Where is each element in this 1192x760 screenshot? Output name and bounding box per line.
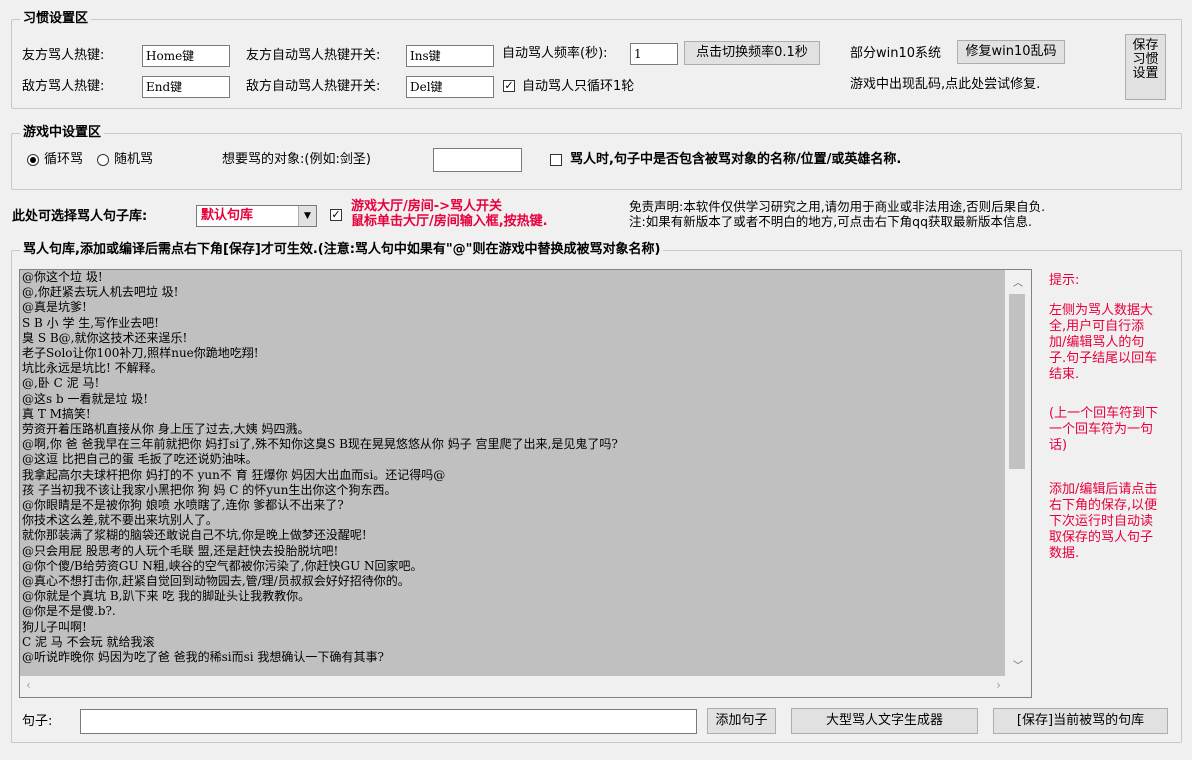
- save-library-button[interactable]: [保存]当前被骂的句库: [993, 708, 1168, 734]
- radio-loop-label: 循环骂: [44, 152, 84, 167]
- win10-label: 部分win10系统: [850, 46, 942, 61]
- tips-para3: 添加/编辑后请点击右下角的保存,以便下次运行时自动读取保存的骂人句子数据.: [1049, 482, 1158, 561]
- frequency-input[interactable]: 1: [630, 43, 678, 65]
- sentence-list-box[interactable]: @你这个垃 圾! @,你赶紧去玩人机去吧垃 圾! @真是坑爹! S B 小 学 生,写…: [19, 269, 1032, 698]
- list-item[interactable]: 我拿起高尔夫球杆把你 妈打的不 yun不 育 狂爆你 妈因大出血而si。还记得吗…: [20, 468, 1005, 483]
- friendly-auto-toggle-label: 友方自动骂人热键开关:: [246, 48, 381, 63]
- library-select[interactable]: 默认句库 ▼: [196, 205, 317, 227]
- enemy-hotkey-label: 敌方骂人热键:: [22, 79, 105, 94]
- list-item[interactable]: @只会用屁 股思考的人玩个毛联 盟,还是赶快去投胎脱坑吧!: [20, 544, 1005, 559]
- list-item[interactable]: 狗儿子叫啊!: [20, 620, 1005, 635]
- list-item[interactable]: 坑比永远是坑比! 不解释。: [20, 361, 1005, 376]
- list-item[interactable]: @啊,你 爸 爸我早在三年前就把你 妈打si了,殊不知你这臭S B现在晃晃悠悠从…: [20, 437, 1005, 452]
- target-label: 想要骂的对象:(例如:剑圣): [222, 152, 371, 167]
- sentence-label: 句子:: [22, 714, 53, 729]
- library-select-label: 此处可选择骂人句子库:: [12, 209, 148, 224]
- list-item[interactable]: @,卧 C 泥 马!: [20, 376, 1005, 391]
- sentence-list[interactable]: @你这个垃 圾! @,你赶紧去玩人机去吧垃 圾! @真是坑爹! S B 小 学 生,写…: [20, 270, 1005, 676]
- enemy-auto-toggle-input[interactable]: Del键: [406, 76, 494, 98]
- tips-para1: 左侧为骂人数据大全,用户可自行添加/编辑骂人的句子.句子结尾以回车结束.: [1049, 303, 1158, 382]
- sentence-input[interactable]: [80, 709, 697, 734]
- list-item[interactable]: @真是坑爹!: [20, 300, 1005, 315]
- list-item[interactable]: @你个傻/B给劳资GU N粗,峡谷的空气都被你污染了,你赶快GU N回家吧。: [20, 559, 1005, 574]
- enemy-auto-toggle-label: 敌方自动骂人热键开关:: [246, 79, 381, 94]
- horizontal-scrollbar[interactable]: ‹ ›: [20, 676, 1031, 697]
- generator-button[interactable]: 大型骂人文字生成器: [791, 708, 978, 734]
- save-settings-button-label: 保存习惯设置: [1132, 38, 1159, 81]
- radio-loop[interactable]: [27, 154, 39, 166]
- list-item[interactable]: @听说昨晚你 妈因为吃了爸 爸我的稀si而si 我想确认一下确有其事?: [20, 650, 1005, 665]
- list-item[interactable]: 劳资开着压路机直接从你 身上压了过去,大姨 妈四溅。: [20, 422, 1005, 437]
- chevron-left-icon[interactable]: ‹: [26, 678, 31, 692]
- list-item[interactable]: @你眼睛是不是被你狗 娘喷 水喷瞎了,连你 爹都认不出来了?: [20, 498, 1005, 513]
- disclaimer-line2: 注:如果有新版本了或者不明白的地方,可点击右下角qq获取最新版本信息.: [629, 214, 1033, 229]
- hall-switch-line1: 游戏大厅/房间->骂人开关: [351, 199, 503, 214]
- list-item[interactable]: S B 小 学 生,写作业去吧!: [20, 316, 1005, 331]
- chevron-up-icon[interactable]: ︿: [1005, 274, 1031, 289]
- list-item[interactable]: 就你那装满了浆糊的脑袋还敢说自己不坑,你是晚上做梦还没醒呢!: [20, 528, 1005, 543]
- list-item[interactable]: @你是不是傻.b?.: [20, 604, 1005, 619]
- target-input[interactable]: [433, 148, 522, 172]
- hall-switch-checkbox[interactable]: ✓: [330, 209, 342, 221]
- list-item[interactable]: @这逗 比把自己的蛋 毛扳了吃还说奶油味。: [20, 452, 1005, 467]
- radio-random-label: 随机骂: [114, 152, 154, 167]
- friendly-auto-toggle-input[interactable]: Ins键: [406, 45, 494, 67]
- include-target-label: 骂人时,句子中是否包含被骂对象的名称/位置/或英雄名称.: [570, 152, 902, 167]
- library-title: 骂人句库,添加或编译后需点右下角[保存]才可生效.(注意:骂人句中如果有"@"则…: [20, 242, 664, 258]
- tips-title: 提示:: [1049, 273, 1080, 288]
- checkmark-icon: ✓: [504, 79, 514, 92]
- loop-once-label: 自动骂人只循环1轮: [522, 79, 635, 94]
- save-settings-button[interactable]: 保存习惯设置: [1125, 34, 1166, 100]
- list-item[interactable]: 孩 子当初我不该让我家小黑把你 狗 妈 C 的怀yun生出你这个狗东西。: [20, 483, 1005, 498]
- list-item[interactable]: @这s b 一看就是垃 圾!: [20, 392, 1005, 407]
- win10-fix-button[interactable]: 修复win10乱码: [957, 40, 1065, 64]
- vertical-scrollbar[interactable]: ︿ ﹀: [1005, 270, 1031, 676]
- enemy-hotkey-input[interactable]: End键: [142, 76, 230, 98]
- list-item[interactable]: @你就是个真坑 B,趴下来 吃 我的脚趾头让我教教你。: [20, 589, 1005, 604]
- list-item[interactable]: @真心不想打击你,赶紧自觉回到动物园去,管/理/员叔叔会好好招待你的。: [20, 574, 1005, 589]
- chevron-down-icon[interactable]: ﹀: [1005, 657, 1031, 672]
- list-item[interactable]: 老子Solo让你100补刀,照样nue你跪地吃翔!: [20, 346, 1005, 361]
- list-item[interactable]: 你技术这么差,就不要出来坑别人了。: [20, 513, 1005, 528]
- list-item[interactable]: 臭 S B@,就你这技术还来逞乐!: [20, 331, 1005, 346]
- friendly-hotkey-input[interactable]: Home键: [142, 45, 230, 67]
- list-item[interactable]: @,你赶紧去玩人机去吧垃 圾!: [20, 285, 1005, 300]
- tips-para2: (上一个回车符到下一个回车符为一句话): [1049, 406, 1159, 453]
- list-item[interactable]: 真 T M搞笑!: [20, 407, 1005, 422]
- game-settings-title: 游戏中设置区: [20, 125, 105, 141]
- frequency-label: 自动骂人频率(秒):: [502, 46, 608, 61]
- add-sentence-button[interactable]: 添加句子: [707, 708, 776, 734]
- scroll-thumb[interactable]: [1009, 294, 1025, 469]
- hall-switch-line2: 鼠标单击大厅/房间输入框,按热键.: [351, 214, 548, 229]
- dropdown-arrow-icon[interactable]: ▼: [298, 206, 316, 226]
- garble-hint-label: 游戏中出现乱码,点此处尝试修复.: [850, 77, 1041, 92]
- list-item[interactable]: C 泥 马 不会玩 就给我滚: [20, 635, 1005, 650]
- library-select-value: 默认句库: [201, 208, 254, 223]
- habit-settings-title: 习惯设置区: [20, 11, 92, 27]
- include-target-checkbox[interactable]: [550, 154, 562, 166]
- chevron-right-icon[interactable]: ›: [996, 678, 1001, 692]
- friendly-hotkey-label: 友方骂人热键:: [22, 48, 105, 63]
- disclaimer-line1: 免责声明:本软件仅供学习研究之用,请勿用于商业或非法用途,否则后果自负.: [629, 199, 1046, 214]
- radio-random[interactable]: [97, 154, 109, 166]
- loop-once-checkbox[interactable]: ✓: [503, 80, 515, 92]
- switch-frequency-button[interactable]: 点击切换频率0.1秒: [684, 41, 820, 65]
- checkmark-icon: ✓: [331, 208, 341, 221]
- list-item[interactable]: @你这个垃 圾!: [20, 270, 1005, 285]
